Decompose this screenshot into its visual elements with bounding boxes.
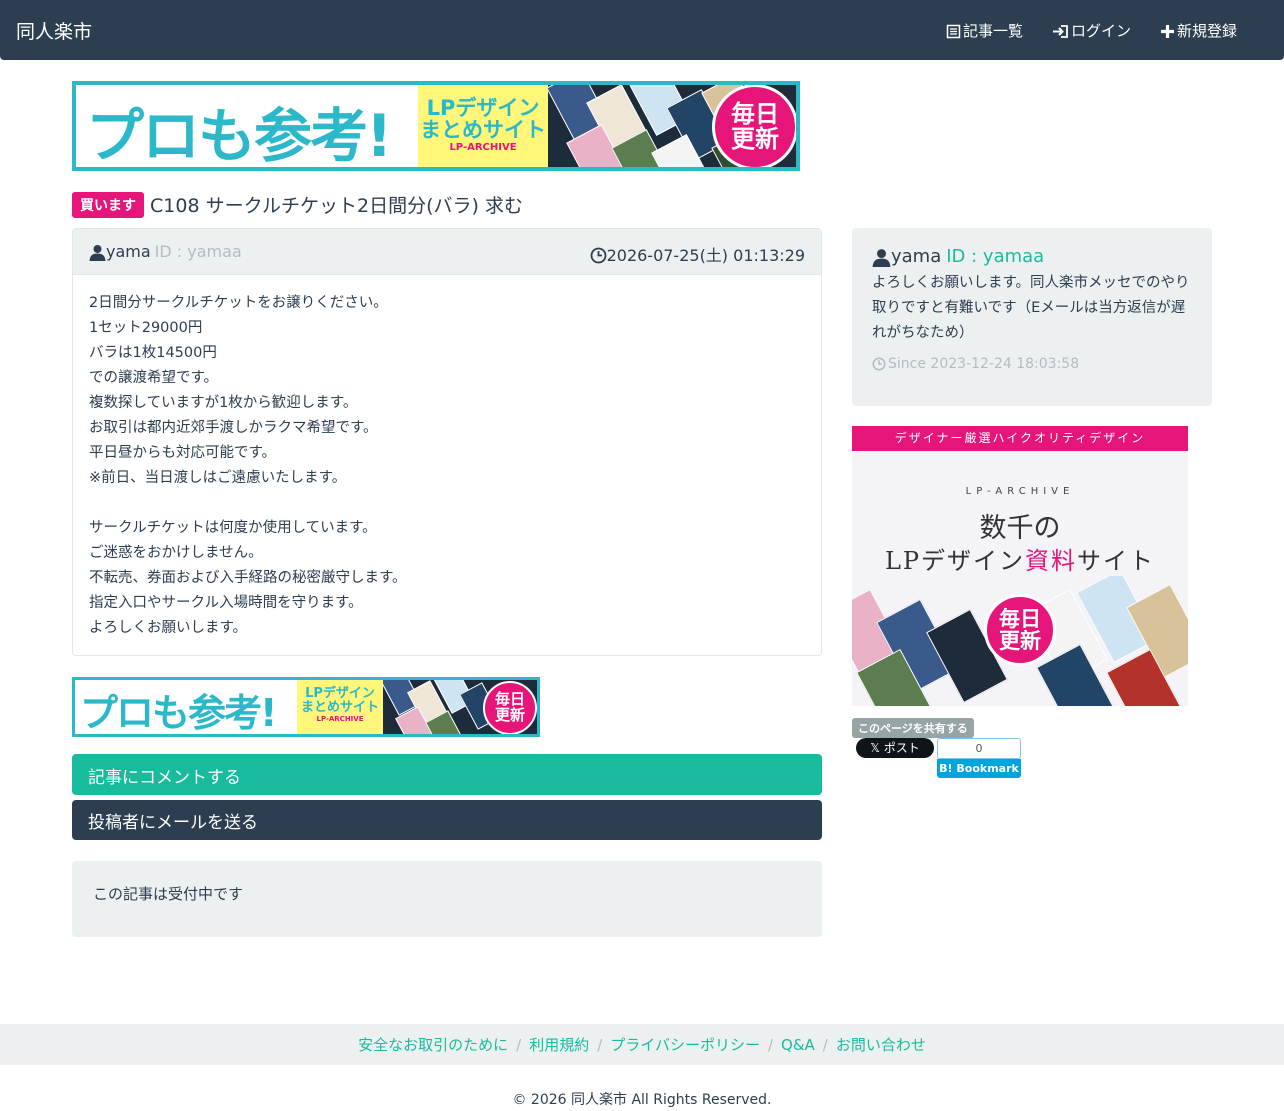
top-navbar: 同人楽市 記事一覧 ログイン 新規登録 xyxy=(0,0,1284,60)
post-body: 2日間分サークルチケットをお譲りください。 1セット29000円 バラは1枚14… xyxy=(73,275,821,657)
badge-line1: 毎日 xyxy=(731,99,779,128)
banner-sub: LP-ARCHIVE xyxy=(449,142,517,154)
nav-register[interactable]: 新規登録 xyxy=(1160,20,1237,41)
post-author[interactable]: yama ID : yamaa xyxy=(89,242,242,261)
hatena-count: 0 xyxy=(937,738,1021,759)
banner-frame: プロも参考! LPデザイン まとめサイト LP-ARCHIVE 毎日 更新 xyxy=(72,81,800,171)
ad-line2b: 資料 xyxy=(1025,547,1078,575)
body-line: 1セット29000円 xyxy=(89,320,203,336)
body-line: ※前日、当日渡しはご遠慮いたします。 xyxy=(89,470,347,486)
lp-archive-banner-top[interactable]: プロも参考! LPデザイン まとめサイト LP-ARCHIVE 毎日 更新 xyxy=(72,81,800,171)
ad-line1: 数千の xyxy=(979,513,1061,544)
buy-badge: 買います xyxy=(72,191,144,218)
post-panel: yama ID : yamaa 2026-07-25(土) 01:13:29 2… xyxy=(72,228,822,656)
author-id: ID : yamaa xyxy=(154,242,242,261)
footer-separator: / xyxy=(597,1035,603,1054)
status-box: この記事は受付中です xyxy=(72,861,822,937)
post-date: 2026-07-25(土) 01:13:29 xyxy=(590,242,805,266)
badge-line2: 更新 xyxy=(999,629,1041,653)
profile-since-text: Since 2023-12-24 18:03:58 xyxy=(888,356,1080,372)
banner-line2: まとめサイト xyxy=(300,699,379,715)
banner-lp-box: LPデザイン まとめサイト LP-ARCHIVE xyxy=(418,85,548,167)
profile-name: yama xyxy=(891,246,942,267)
hatena-b-icon: B! xyxy=(939,762,953,775)
clock-icon xyxy=(872,356,886,372)
list-icon xyxy=(946,22,961,40)
ad-line2c: サイト xyxy=(1077,547,1156,575)
ad-line2: LPデザイン資料サイト xyxy=(852,541,1188,576)
badge-line2: 更新 xyxy=(494,706,525,724)
post-title: C108 サークルチケット2日間分(バラ) 求む xyxy=(150,195,523,217)
body-line: 平日昼からも対応可能です。 xyxy=(89,445,277,461)
post-date-text: 2026-07-25(土) 01:13:29 xyxy=(606,246,805,265)
comment-button[interactable]: 記事にコメントする xyxy=(72,754,822,795)
author-profile-card: yama ID : yamaa よろしくお願いします。同人楽市メッセでのやり取り… xyxy=(852,228,1212,406)
body-line: 指定入口やサークル入場時間を守ります。 xyxy=(89,595,363,611)
body-line: よろしくお願いします。 xyxy=(89,620,248,636)
body-line: サークルチケットは何度か使用しています。 xyxy=(89,520,377,536)
clock-icon xyxy=(590,245,607,264)
footer-separator: / xyxy=(822,1035,828,1054)
banner-lp-box: LPデザイン まとめサイト LP-ARCHIVE xyxy=(297,680,383,734)
nav-article-list-label: 記事一覧 xyxy=(963,22,1024,40)
nav-login[interactable]: ログイン xyxy=(1052,20,1131,41)
nav-register-label: 新規登録 xyxy=(1177,22,1238,40)
user-icon xyxy=(89,242,106,261)
body-line: お取引は都内近郊手渡しかラクマ希望です。 xyxy=(89,420,378,436)
ad-brand: LP-ARCHIVE xyxy=(965,486,1075,497)
body-line: での譲渡希望です。 xyxy=(89,370,219,386)
ad-daily-badge: 毎日 更新 xyxy=(984,594,1056,666)
footer-nav: 安全なお取引のために / 利用規約 / プライバシーポリシー / Q&A / お… xyxy=(0,1024,1284,1065)
login-icon xyxy=(1052,22,1069,40)
body-line: 2日間分サークルチケットをお譲りください。 xyxy=(89,295,388,311)
send-mail-button[interactable]: 投稿者にメールを送る xyxy=(72,800,822,840)
badge-line1: 毎日 xyxy=(999,606,1041,631)
nav-article-list[interactable]: 記事一覧 xyxy=(946,20,1023,41)
profile-bio: よろしくお願いします。同人楽市メッセでのやり取りですと有難いです（Eメールは当方… xyxy=(872,275,1190,341)
footer-link-contact[interactable]: お問い合わせ xyxy=(836,1034,926,1055)
profile-since: Since 2023-12-24 18:03:58 xyxy=(872,356,1192,372)
body-blank-line xyxy=(89,491,805,516)
site-brand[interactable]: 同人楽市 xyxy=(16,17,92,44)
footer-link-qa[interactable]: Q&A xyxy=(781,1036,815,1054)
hatena-bookmark-button[interactable]: B! Bookmark xyxy=(937,759,1021,778)
user-icon xyxy=(872,246,891,267)
x-post-button[interactable]: 𝕏 ポスト xyxy=(856,738,934,758)
banner-line2: まとめサイト xyxy=(420,118,546,143)
ad-line2a: LPデザイン xyxy=(884,547,1026,575)
banner-headline: プロも参考! xyxy=(86,102,392,170)
banner-sub: LP-ARCHIVE xyxy=(316,715,364,724)
lp-archive-banner-small[interactable]: プロも参考! LPデザイン まとめサイト LP-ARCHIVE 毎日 更新 xyxy=(72,677,540,737)
profile-name-row[interactable]: yama ID : yamaa xyxy=(872,246,1192,267)
footer-link-safety[interactable]: 安全なお取引のために xyxy=(358,1034,508,1055)
banner-frame: プロも参考! LPデザイン まとめサイト LP-ARCHIVE 毎日 更新 xyxy=(72,677,540,737)
body-line: ご迷惑をおかけしません。 xyxy=(89,545,263,561)
ad-strip-text: デザイナー厳選ハイクオリティデザイン xyxy=(852,426,1188,451)
body-line: バラは1枚14500円 xyxy=(89,345,217,361)
x-post-label: ポスト xyxy=(883,741,920,755)
plus-icon xyxy=(1160,22,1175,40)
badge-line2: 更新 xyxy=(731,125,779,153)
hatena-bookmark-label: Bookmark xyxy=(956,762,1019,775)
body-line: 複数探していますが1枚から歓迎します。 xyxy=(89,395,358,411)
post-title-row: 買います C108 サークルチケット2日間分(バラ) 求む xyxy=(72,191,523,218)
footer-separator: / xyxy=(516,1035,522,1054)
share-label: このページを共有する xyxy=(852,718,974,738)
post-header: yama ID : yamaa 2026-07-25(土) 01:13:29 xyxy=(73,229,821,275)
banner-line1: LPデザイン xyxy=(426,96,540,120)
nav-login-label: ログイン xyxy=(1071,22,1132,40)
footer-link-terms[interactable]: 利用規約 xyxy=(529,1034,589,1055)
banner-daily-badge: 毎日 更新 xyxy=(483,681,537,734)
body-line: 不転売、券面および入手経路の秘密厳守します。 xyxy=(89,570,407,586)
footer-separator: / xyxy=(767,1035,774,1054)
copyright: © 2026 同人楽市 All Rights Reserved. xyxy=(512,1092,772,1108)
banner-headline: プロも参考! xyxy=(80,691,277,735)
status-text: この記事は受付中です xyxy=(93,885,244,903)
lp-archive-side-ad[interactable]: デザイナー厳選ハイクオリティデザイン LP-ARCHIVE 数千の LPデザイン… xyxy=(852,426,1188,706)
banner-daily-badge: 毎日 更新 xyxy=(712,85,796,167)
author-name: yama xyxy=(106,242,151,261)
profile-id: ID : yamaa xyxy=(946,246,1045,267)
footer-link-privacy[interactable]: プライバシーポリシー xyxy=(610,1034,760,1055)
x-logo-icon: 𝕏 xyxy=(870,741,880,755)
